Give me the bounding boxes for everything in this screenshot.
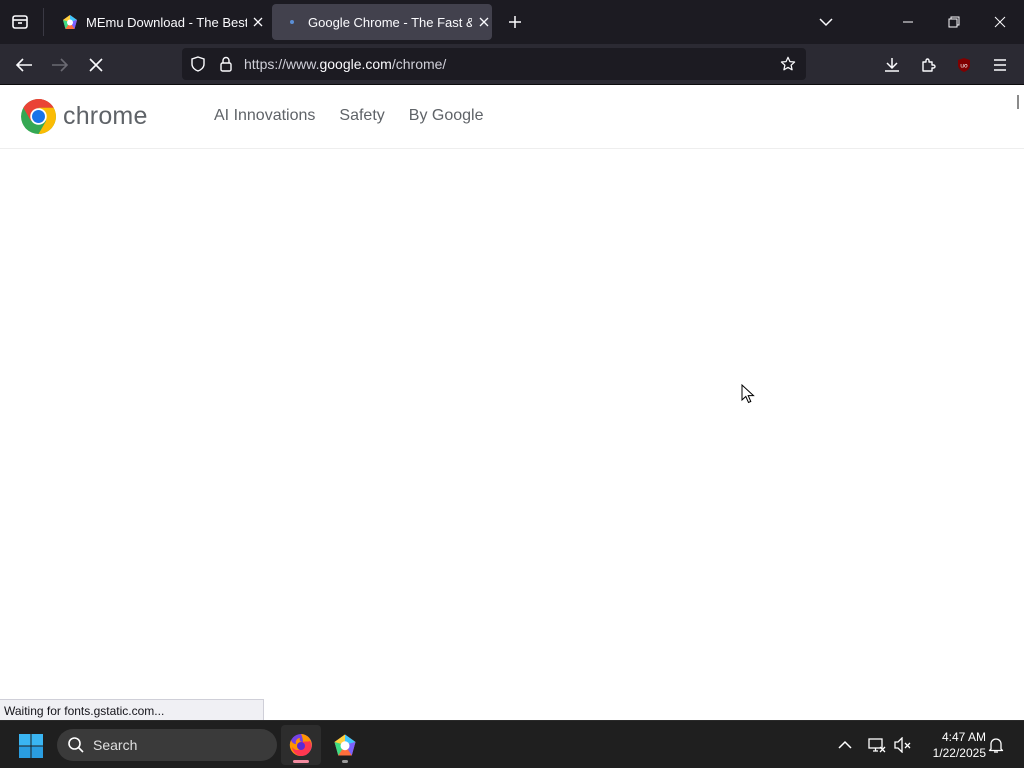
downloads-button[interactable]	[879, 52, 905, 78]
clock-date: 1/22/2025	[932, 746, 986, 760]
forward-button[interactable]	[47, 52, 73, 78]
tracking-protection-shield-icon[interactable]	[190, 56, 206, 72]
tab-title: Google Chrome - The Fast & Secure Browse…	[308, 14, 472, 30]
chevron-up-icon	[838, 740, 852, 749]
close-tab-icon[interactable]	[251, 14, 266, 30]
extensions-button[interactable]	[915, 52, 941, 78]
browser-tab-bar: MEmu Download - The Best Android Emulato…	[0, 0, 1024, 44]
loading-dot-icon	[290, 20, 294, 24]
minimize-button[interactable]	[892, 6, 924, 38]
url-host: google.com	[319, 56, 392, 72]
memu-icon	[63, 15, 77, 29]
stop-loading-button[interactable]	[83, 52, 109, 78]
active-app-indicator	[293, 760, 309, 763]
web-page-content: chrome AI Innovations Safety By Google W…	[0, 85, 1024, 721]
tab-google-chrome[interactable]: Google Chrome - The Fast & Secure Browse…	[272, 4, 492, 40]
ublock-origin-icon: uo	[958, 58, 970, 72]
app-menu-button[interactable]	[987, 52, 1013, 78]
tab-memu[interactable]: MEmu Download - The Best Android Emulato…	[50, 4, 266, 40]
close-icon	[994, 16, 1006, 28]
show-hidden-icons-button[interactable]	[833, 733, 857, 757]
close-tab-icon[interactable]	[476, 14, 492, 30]
minimize-icon	[903, 21, 913, 23]
bookmark-star-icon[interactable]	[780, 56, 796, 72]
windows-start-icon[interactable]	[18, 733, 44, 759]
site-header: chrome AI Innovations Safety By Google	[0, 85, 1024, 149]
tab-separator	[43, 8, 44, 36]
chrome-logo-text: chrome	[63, 102, 148, 130]
network-icon	[868, 738, 886, 753]
network-tray-button[interactable]	[865, 733, 889, 757]
ublock-origin-button[interactable]: uo	[951, 52, 977, 78]
chrome-logo[interactable]: chrome	[20, 98, 148, 135]
memu-icon	[334, 734, 356, 756]
list-all-tabs-button[interactable]	[810, 6, 842, 38]
site-navigation: AI Innovations Safety By Google	[214, 107, 507, 125]
url-text[interactable]: https://www.google.com/chrome/	[244, 56, 446, 72]
chrome-logo-icon	[21, 99, 56, 134]
firefox-view-icon	[12, 15, 28, 29]
firefox-icon	[289, 734, 312, 757]
scrollbar-thumb[interactable]	[1017, 95, 1019, 109]
volume-muted-icon	[894, 737, 911, 753]
puzzle-piece-icon	[922, 58, 936, 72]
lock-icon[interactable]	[218, 56, 234, 72]
notifications-button[interactable]	[984, 733, 1008, 757]
bell-icon	[988, 738, 1004, 753]
new-tab-button[interactable]	[504, 10, 526, 34]
navigation-toolbar: https://www.google.com/chrome/ uo	[0, 44, 1024, 85]
stop-icon	[89, 58, 103, 72]
volume-tray-button[interactable]	[891, 733, 915, 757]
close-window-button[interactable]	[984, 6, 1016, 38]
back-arrow-icon	[15, 58, 32, 72]
restore-icon	[948, 16, 960, 28]
url-path: /chrome/	[391, 56, 447, 72]
taskbar-memu[interactable]	[325, 725, 365, 765]
running-app-indicator	[342, 760, 348, 763]
search-label: Search	[93, 737, 138, 753]
nav-link-safety[interactable]: Safety	[339, 107, 384, 125]
status-panel: Waiting for fonts.gstatic.com...	[0, 699, 264, 721]
nav-link-by-google[interactable]: By Google	[409, 107, 484, 125]
windows-taskbar: Search 4:47 AM 1/22/2025	[0, 720, 1024, 768]
mouse-cursor-icon	[741, 384, 755, 404]
search-icon	[68, 737, 84, 753]
chevron-down-icon	[819, 18, 833, 27]
restore-button[interactable]	[938, 6, 970, 38]
taskbar-firefox[interactable]	[281, 725, 321, 765]
nav-link-ai-innovations[interactable]: AI Innovations	[214, 107, 315, 125]
download-icon	[885, 58, 899, 72]
firefox-view-button[interactable]	[8, 10, 32, 34]
hamburger-menu-icon	[994, 59, 1006, 71]
taskbar-search-box[interactable]: Search	[57, 729, 277, 761]
forward-arrow-icon	[52, 58, 69, 72]
taskbar-clock[interactable]: 4:47 AM 1/22/2025	[918, 729, 986, 761]
url-prefix: https://www.	[244, 56, 320, 72]
plus-icon	[509, 16, 521, 28]
tab-title: MEmu Download - The Best Android Emulato…	[86, 14, 247, 30]
address-bar[interactable]: https://www.google.com/chrome/	[182, 48, 806, 80]
svg-text:uo: uo	[960, 63, 968, 70]
back-button[interactable]	[11, 52, 37, 78]
clock-time: 4:47 AM	[941, 730, 986, 744]
